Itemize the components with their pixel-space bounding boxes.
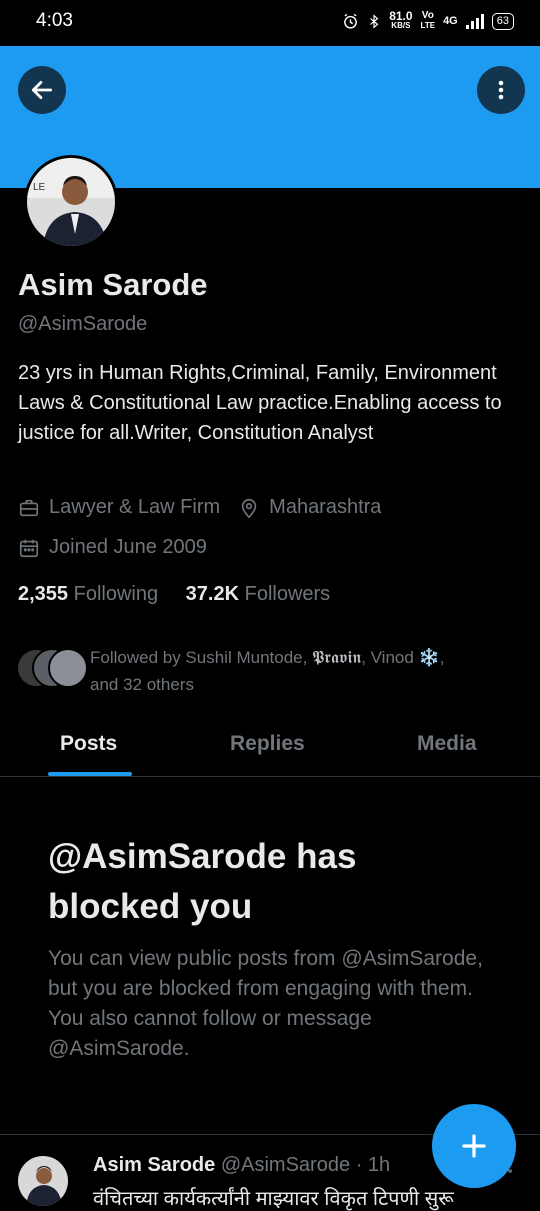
volte-top: Vo [421, 10, 434, 21]
avatar-photo: LE [27, 158, 115, 246]
followed-by-prefix: Followed by Sushil Muntode, [90, 648, 313, 667]
briefcase-icon [19, 499, 39, 516]
profile-tabs: Posts Replies Media [0, 712, 540, 777]
blocked-message: You can view public posts from @AsimSaro… [48, 947, 483, 1060]
status-time: 4:03 [36, 10, 73, 31]
followed-by-others: and 32 others [90, 675, 194, 694]
more-options-button[interactable] [477, 66, 525, 114]
more-vertical-icon [498, 80, 504, 100]
post-text: वंचितच्या कार्यकर्त्यांनी माझ्यावर विकृत… [93, 1188, 454, 1210]
tab-replies[interactable]: Replies [230, 732, 305, 756]
followers-link[interactable]: 37.2K Followers [186, 583, 331, 605]
signal-icon [465, 13, 484, 29]
bluetooth-icon [370, 13, 379, 29]
followed-by-suffix: , [439, 648, 445, 667]
calendar-icon [19, 539, 39, 557]
post-author[interactable]: Asim Sarode [93, 1154, 215, 1176]
blocked-title: @AsimSarode has blocked you [48, 837, 357, 926]
status-bar: 4:03 81.0 KB/S Vo LTE 4G 63 [0, 0, 540, 46]
plus-icon [462, 1134, 486, 1158]
volte-indicator: Vo LTE [421, 11, 436, 31]
followed-by-stylized-name: 𝕻𝖗𝖆𝖛𝖎𝖓 [312, 648, 362, 667]
profile-name: Asim Sarode [18, 267, 208, 302]
profile-bio: 23 yrs in Human Rights,Criminal, Family,… [18, 362, 502, 444]
battery-indicator: 63 [491, 12, 514, 30]
compose-button[interactable] [432, 1104, 516, 1188]
network-speed-value: 81.0 [389, 9, 413, 23]
profile-handle: @AsimSarode [18, 313, 148, 335]
volte-bottom: LTE [420, 21, 436, 30]
post-separator: · [355, 1154, 363, 1176]
active-tab-indicator [48, 772, 132, 776]
alarm-icon [344, 13, 358, 29]
tab-media[interactable]: Media [417, 732, 477, 756]
following-count: 2,355 [18, 583, 69, 605]
follower-avatar [48, 648, 88, 688]
profile-avatar[interactable]: LE [24, 155, 118, 249]
arrow-left-icon [31, 81, 53, 99]
svg-text:LE: LE [33, 182, 46, 193]
tab-posts[interactable]: Posts [60, 732, 117, 756]
network-speed: 81.0 KB/S [389, 9, 413, 31]
profile-joined: Joined June 2009 [49, 536, 207, 558]
following-label: Following [73, 583, 159, 605]
status-icons: 81.0 KB/S Vo LTE 4G 63 [342, 9, 514, 31]
back-button[interactable] [18, 66, 66, 114]
followed-by-text[interactable]: Followed by Sushil Muntode, 𝕻𝖗𝖆𝖛𝖎𝖓, Vino… [90, 644, 520, 698]
snowflake-emoji: ❄️ [418, 648, 440, 667]
profile-location: Maharashtra [269, 496, 382, 518]
profile-stats: 2,355 Following 37.2K Followers [18, 583, 330, 606]
profile-meta-row-1: Lawyer & Law Firm Maharashtra [18, 496, 381, 519]
followers-count: 37.2K [185, 583, 240, 605]
post-handle: @AsimSarode [220, 1154, 351, 1176]
post-avatar[interactable] [18, 1156, 68, 1206]
profile-category: Lawyer & Law Firm [49, 496, 221, 518]
post-time: 1h [367, 1154, 391, 1176]
network-speed-unit: KB/S [391, 21, 411, 30]
followed-by-mid: , Vinod [361, 648, 419, 667]
location-pin-icon [241, 498, 257, 518]
following-link[interactable]: 2,355 Following [18, 583, 158, 605]
post-header: Asim Sarode @AsimSarode · 1h [93, 1154, 390, 1177]
post-avatar-photo [18, 1156, 68, 1206]
followers-label: Followers [244, 583, 331, 605]
profile-meta-row-2: Joined June 2009 [18, 536, 207, 559]
network-type: 4G [443, 15, 458, 27]
